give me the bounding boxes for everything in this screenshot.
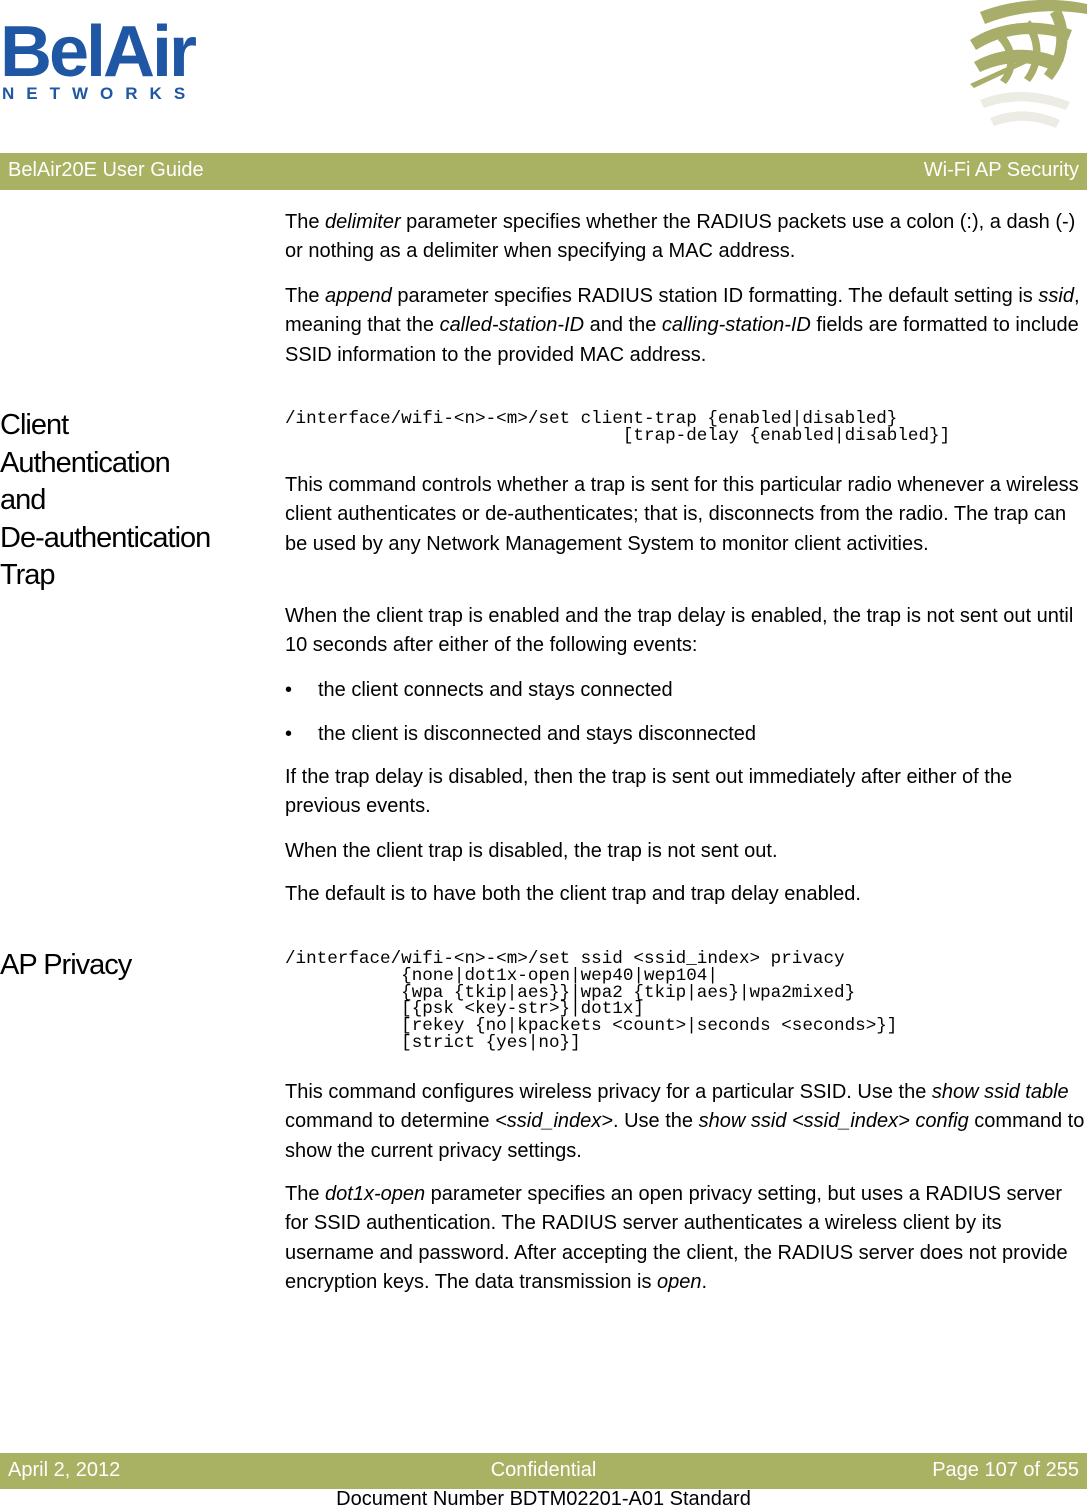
- trap-default-paragraph: The default is to have both the client t…: [285, 883, 861, 905]
- cmd-show-ssid-table: show ssid table: [931, 1081, 1069, 1103]
- param-ssid: ssid: [1038, 285, 1074, 307]
- trap-delay-description: When the client trap is enabled and the …: [285, 605, 1074, 657]
- bullet-icon: •: [285, 723, 293, 745]
- heading-line: Trap: [0, 559, 56, 591]
- text: The: [285, 1183, 326, 1205]
- chapter-title: Wi-Fi AP Security: [923, 159, 1079, 181]
- text: The: [285, 211, 326, 233]
- section-heading-ap-privacy: AP Privacy: [0, 949, 132, 981]
- page-footer-bar: April 2, 2012 Confidential Page 107 of 2…: [0, 1453, 1087, 1489]
- text: parameter specifies whether the RADIUS p…: [285, 211, 1076, 263]
- delimiter-paragraph: The delimiter parameter specifies whethe…: [285, 208, 1085, 267]
- trap-disabled-paragraph: When the client trap is disabled, the tr…: [285, 840, 778, 862]
- footer-classification: Confidential: [490, 1459, 597, 1481]
- term-open: open: [657, 1270, 702, 1293]
- param-delimiter: delimiter: [325, 211, 401, 233]
- heading-line: De-authentication: [0, 521, 211, 554]
- param-ssid-index: <ssid_index>: [495, 1110, 613, 1133]
- logo-brand-text: BelAir: [0, 12, 197, 92]
- param-called-station-id: called-station-ID: [439, 314, 585, 337]
- cmd-show-ssid-config: show ssid <ssid_index> config: [698, 1110, 969, 1133]
- text: command to determine: [285, 1110, 496, 1133]
- client-trap-description: This command controls whether a trap is …: [285, 474, 1079, 555]
- belair-logo: BelAir NETWORKS: [0, 12, 200, 107]
- swoosh-logo-icon: [970, 0, 1087, 128]
- section-heading-client-trap: Client Authentication and De-authenticat…: [0, 407, 260, 595]
- text: .: [701, 1270, 708, 1293]
- dot1x-open-paragraph: The dot1x-open parameter specifies an op…: [285, 1180, 1085, 1297]
- bullet-icon: •: [285, 679, 293, 701]
- bullet-text: the client connects and stays connected: [318, 679, 673, 701]
- param-dot1x-open: dot1x-open: [325, 1183, 426, 1205]
- heading-line: Client: [0, 409, 69, 441]
- text: The: [285, 285, 326, 307]
- footer-page-number: Page 107 of 255: [932, 1459, 1079, 1481]
- logo-sub-text: NETWORKS: [2, 84, 198, 103]
- text: This command configures wireless privacy…: [285, 1081, 932, 1103]
- privacy-description: This command configures wireless privacy…: [285, 1078, 1085, 1166]
- text: parameter specifies RADIUS station ID fo…: [391, 285, 1039, 307]
- param-append: append: [325, 285, 392, 307]
- heading-line: Authentication: [0, 446, 171, 479]
- param-calling-station-id: calling-station-ID: [661, 314, 811, 337]
- document-number: Document Number BDTM02201-A01 Standard: [336, 1488, 751, 1510]
- append-paragraph: The append parameter specifies RADIUS st…: [285, 282, 1085, 370]
- command-ap-privacy: /interface/wifi-<n>-<m>/set ssid <ssid_i…: [285, 949, 898, 1053]
- text: and the: [584, 314, 662, 337]
- text: . Use the: [612, 1110, 699, 1133]
- page-header-bar: BelAir20E User Guide Wi-Fi AP Security: [0, 153, 1087, 190]
- trap-delay-disabled-paragraph: If the trap delay is disabled, then the …: [285, 766, 1013, 818]
- bullet-text: the client is disconnected and stays dis…: [318, 723, 757, 745]
- command-client-trap: /interface/wifi-<n>-<m>/set client-trap …: [285, 409, 951, 446]
- guide-title: BelAir20E User Guide: [8, 159, 204, 181]
- heading-line: and: [0, 484, 46, 516]
